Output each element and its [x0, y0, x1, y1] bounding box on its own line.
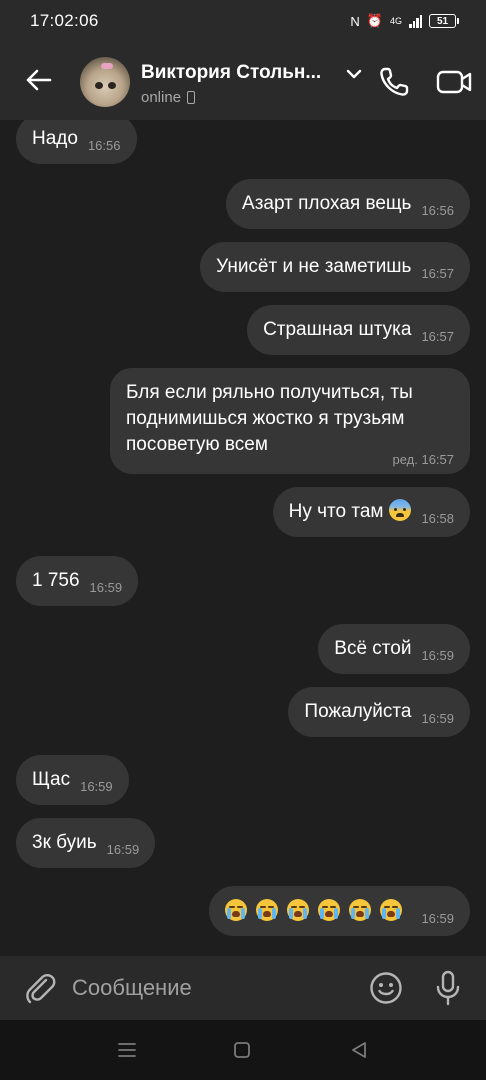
- message-bubble-outgoing[interactable]: Пожалуйста 16:59: [288, 687, 470, 737]
- message-time: 16:56: [421, 203, 454, 218]
- loudly-crying-face-emoji: [287, 899, 310, 921]
- message-text: Всё стой: [334, 638, 412, 659]
- message-text: Ну что там: [288, 501, 384, 522]
- message-time: 16:59: [106, 842, 140, 857]
- mobile-device-icon: [187, 91, 196, 104]
- message-bubble-outgoing[interactable]: Всё стой 16:59: [318, 624, 470, 674]
- message-bubble-outgoing[interactable]: Бля если ряльно получиться, ты поднимишь…: [110, 368, 470, 474]
- message-bubble-outgoing[interactable]: Азарт плохая вещь 16:56: [226, 179, 470, 229]
- message-time: 16:56: [87, 138, 121, 153]
- message-time: 16:59: [89, 580, 123, 595]
- microphone-icon[interactable]: [430, 968, 466, 1008]
- system-navigation-bar: [0, 1020, 486, 1080]
- loudly-crying-face-emoji: [318, 899, 341, 921]
- alarm-icon: ⏰: [366, 13, 383, 28]
- message-text: 1 756: [32, 570, 80, 591]
- loudly-crying-face-emoji: [380, 899, 403, 921]
- message-time: 16:58: [421, 511, 454, 526]
- signal-icon: [409, 14, 422, 28]
- loudly-crying-face-emoji: [225, 899, 248, 921]
- loudly-crying-face-emoji: [349, 899, 372, 921]
- loudly-crying-face-emoji: [256, 899, 279, 921]
- chevron-down-icon[interactable]: [346, 69, 362, 79]
- message-text: Щас: [32, 769, 71, 790]
- back-button[interactable]: [20, 62, 56, 98]
- paperclip-icon[interactable]: [22, 970, 58, 1006]
- network-type: 4G: [389, 16, 402, 26]
- message-input[interactable]: [72, 968, 352, 1008]
- chat-screen: 17:02:06 N ⏰ 4G 51 Виктория Стольн... on…: [0, 0, 486, 1080]
- arrow-left-icon: [26, 69, 52, 91]
- message-bubble-incoming[interactable]: 1 756 16:59: [16, 556, 139, 606]
- contact-name[interactable]: Виктория Стольн...: [141, 62, 321, 84]
- contact-status: online: [141, 89, 196, 106]
- message-time: 16:59: [421, 648, 454, 663]
- avatar-eye-right: [108, 82, 116, 89]
- message-bubble-outgoing[interactable]: 16:59: [209, 886, 470, 936]
- status-bar: 17:02:06 N ⏰ 4G 51: [0, 0, 486, 42]
- message-text: 3к буиь: [32, 832, 97, 853]
- avatar[interactable]: [80, 57, 130, 107]
- message-text: Унисёт и не заметишь: [216, 256, 412, 277]
- message-text: Страшная штука: [263, 319, 412, 340]
- nfc-icon: N: [350, 13, 360, 29]
- message-text: Бля если ряльно получиться, ты поднимишь…: [126, 382, 413, 455]
- message-bubble-incoming[interactable]: Щас 16:59: [16, 755, 129, 805]
- message-time: 16:57: [421, 329, 454, 344]
- home-icon[interactable]: [233, 1041, 251, 1059]
- message-bubble-outgoing[interactable]: Унисёт и не заметишь 16:57: [200, 242, 470, 292]
- video-call-button[interactable]: [434, 64, 474, 100]
- emoji-smile-icon[interactable]: [368, 970, 404, 1006]
- message-bubble-incoming[interactable]: Надо 16:56: [16, 120, 137, 164]
- message-bubble-incoming[interactable]: 3к буиь 16:59: [16, 818, 156, 868]
- chat-header: Виктория Стольн... online: [0, 42, 486, 120]
- message-bubble-outgoing[interactable]: Страшная штука 16:57: [247, 305, 470, 355]
- message-time: 16:59: [421, 711, 454, 726]
- nav-back-icon[interactable]: [349, 1040, 369, 1060]
- message-text: Азарт плохая вещь: [242, 193, 412, 214]
- battery-icon: 51: [429, 14, 459, 28]
- avatar-bow: [101, 63, 113, 69]
- message-text: Пожалуйста: [304, 701, 412, 722]
- message-time: 16:59: [421, 911, 454, 926]
- status-icons: N ⏰ 4G 51: [350, 13, 459, 29]
- avatar-eye-left: [95, 82, 103, 89]
- contact-status-text: online: [141, 89, 182, 106]
- message-text: Надо: [32, 128, 78, 149]
- battery-level: 51: [436, 15, 449, 27]
- phone-call-button[interactable]: [376, 64, 412, 100]
- message-composer: [0, 956, 486, 1020]
- status-time: 17:02:06: [30, 11, 99, 30]
- fearful-face-emoji: [389, 499, 412, 521]
- message-time: 16:57: [421, 266, 454, 281]
- recent-apps-icon[interactable]: [117, 1040, 137, 1060]
- message-bubble-outgoing[interactable]: Ну что там 16:58: [272, 487, 470, 537]
- message-time: 16:59: [80, 779, 113, 794]
- message-list[interactable]: Надо 16:56 Азарт плохая вещь 16:56 Унисёт …: [0, 120, 486, 956]
